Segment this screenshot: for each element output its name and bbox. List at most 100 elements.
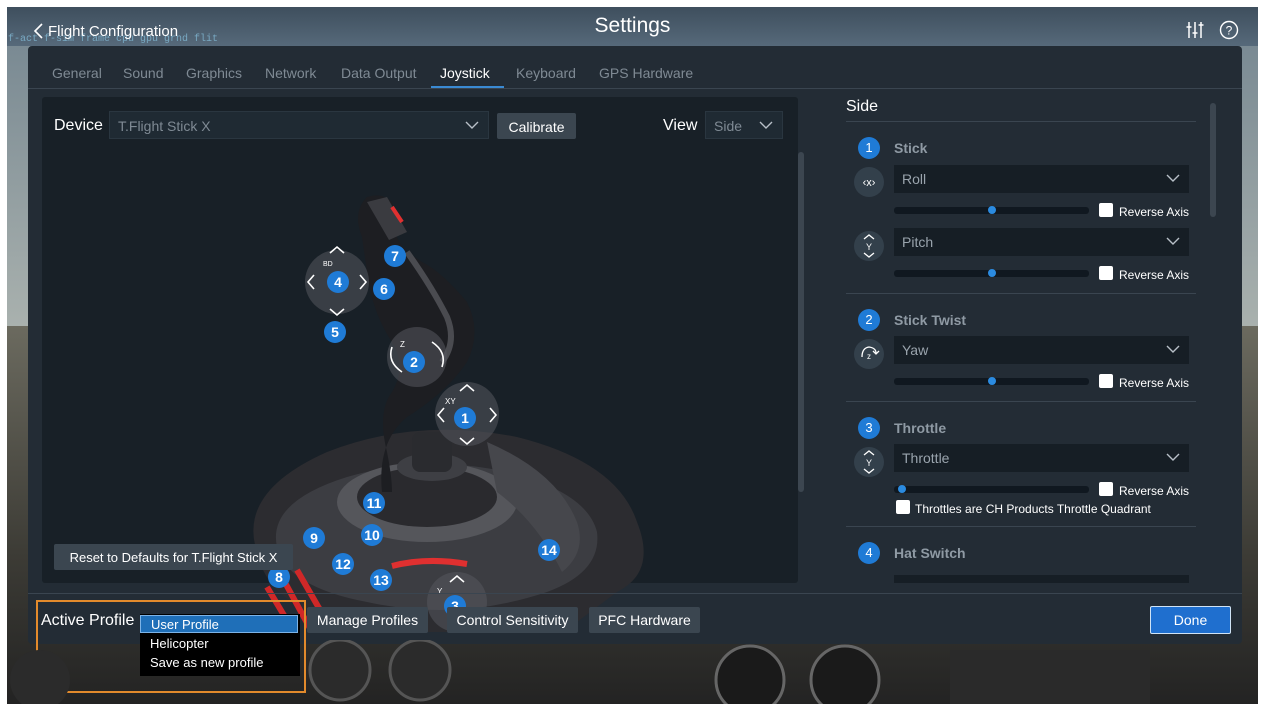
calibrate-button[interactable]: Calibrate <box>497 113 576 139</box>
cockpit-gauges <box>10 640 1150 711</box>
axis-label-bd: BD <box>323 261 333 268</box>
manage-profiles-button[interactable]: Manage Profiles <box>307 607 428 633</box>
z-twist-icon: z <box>854 339 884 369</box>
section-badge: 1 <box>858 137 880 159</box>
pfc-hardware-button[interactable]: PFC Hardware <box>589 607 700 633</box>
badge-12: 12 <box>332 553 354 575</box>
tab-data-output[interactable]: Data Output <box>341 65 417 81</box>
device-select-value: T.Flight Stick X <box>118 118 211 134</box>
tab-network[interactable]: Network <box>265 65 316 81</box>
svg-text:‹x›: ‹x› <box>863 177 876 189</box>
svg-text:Y: Y <box>866 242 872 252</box>
done-button[interactable]: Done <box>1150 606 1231 634</box>
axis-label-y: Y <box>437 587 443 596</box>
svg-text:7: 7 <box>391 248 399 264</box>
svg-text:5: 5 <box>331 324 339 340</box>
svg-text:6: 6 <box>380 281 388 297</box>
svg-text:2: 2 <box>410 354 418 370</box>
chevron-down-icon <box>1166 237 1180 245</box>
ch-products-checkbox[interactable] <box>896 500 910 514</box>
svg-text:8: 8 <box>275 569 283 585</box>
svg-text:4: 4 <box>334 274 342 290</box>
badge-5: 5 <box>324 321 346 343</box>
tab-joystick[interactable]: Joystick <box>440 65 490 81</box>
reverse-axis-label: Reverse Axis <box>1119 484 1190 498</box>
svg-text:9: 9 <box>310 530 318 546</box>
divider <box>846 401 1196 402</box>
reverse-axis-checkbox[interactable] <box>1099 203 1113 217</box>
svg-text:11: 11 <box>367 495 382 511</box>
axis-label-z: Z <box>400 340 405 349</box>
sliders-icon[interactable] <box>1185 20 1205 40</box>
help-icon[interactable]: ? <box>1219 20 1239 40</box>
y-axis-icon: Y <box>854 447 884 477</box>
chevron-down-icon <box>1166 345 1180 353</box>
reset-defaults-button[interactable]: Reset to Defaults for T.Flight Stick X <box>54 544 293 570</box>
reverse-axis-checkbox[interactable] <box>1099 266 1113 280</box>
hat-switch-select[interactable] <box>894 575 1189 583</box>
section-title-throttle: Throttle <box>894 420 947 436</box>
svg-text:13: 13 <box>373 572 389 588</box>
throttle-axis-value: Throttle <box>902 450 950 466</box>
reverse-axis-checkbox[interactable] <box>1099 374 1113 388</box>
pitch-axis-value: Pitch <box>902 234 934 250</box>
reverse-axis-checkbox[interactable] <box>1099 482 1113 496</box>
chevron-down-icon <box>1166 174 1180 182</box>
throttle-slider[interactable] <box>894 485 1089 493</box>
section-badge: 3 <box>858 417 880 439</box>
roll-axis-value: Roll <box>902 171 927 187</box>
slider-handle[interactable] <box>987 377 996 385</box>
yaw-axis-value: Yaw <box>902 342 929 358</box>
profile-option-user-profile[interactable]: User Profile <box>140 615 298 633</box>
tab-general[interactable]: General <box>52 65 102 81</box>
badge-9: 9 <box>303 527 325 549</box>
tab-keyboard[interactable]: Keyboard <box>516 65 576 81</box>
right-pane-scrollbar[interactable] <box>1210 103 1216 217</box>
throttle-axis-select[interactable]: Throttle <box>894 444 1189 472</box>
section-badge: 4 <box>858 542 880 564</box>
y-axis-icon: Y <box>854 231 884 261</box>
yaw-slider[interactable] <box>894 377 1089 385</box>
view-select[interactable]: Side <box>705 111 783 139</box>
slider-handle[interactable] <box>987 269 996 277</box>
slider-handle[interactable] <box>897 485 906 493</box>
divider <box>28 593 1242 594</box>
badge-4: 4 <box>327 271 349 293</box>
active-profile-label: Active Profile <box>41 612 135 629</box>
divider <box>846 121 1196 122</box>
svg-text:?: ? <box>1226 24 1233 38</box>
settings-header: Flight Configuration Settings ? <box>8 10 1257 46</box>
svg-text:1: 1 <box>461 410 469 426</box>
svg-text:12: 12 <box>335 556 351 572</box>
reverse-axis-label: Reverse Axis <box>1119 376 1190 390</box>
slider-handle[interactable] <box>987 206 996 214</box>
chevron-down-icon <box>465 121 479 129</box>
tab-sound[interactable]: Sound <box>123 65 163 81</box>
device-select[interactable]: T.Flight Stick X <box>109 111 489 139</box>
section-title-hat-switch: Hat Switch <box>894 545 966 561</box>
divider <box>846 526 1196 527</box>
chevron-down-icon <box>1166 453 1180 461</box>
svg-text:14: 14 <box>541 542 557 558</box>
pitch-slider[interactable] <box>894 269 1089 277</box>
pitch-axis-select[interactable]: Pitch <box>894 228 1189 256</box>
divider <box>846 293 1196 294</box>
active-tab-indicator <box>431 86 504 88</box>
settings-tabs: General Sound Graphics Network Data Outp… <box>28 46 1242 89</box>
svg-text:10: 10 <box>364 527 380 543</box>
reverse-axis-label: Reverse Axis <box>1119 268 1190 282</box>
svg-text:Y: Y <box>866 458 872 468</box>
roll-axis-select[interactable]: Roll <box>894 165 1189 193</box>
joystick-view-pane: Device T.Flight Stick X Calibrate View S… <box>42 97 804 632</box>
control-sensitivity-button[interactable]: Control Sensitivity <box>447 607 578 633</box>
view-select-value: Side <box>714 118 743 134</box>
yaw-axis-select[interactable]: Yaw <box>894 336 1189 364</box>
roll-slider[interactable] <box>894 206 1089 214</box>
left-pane-scrollbar[interactable] <box>798 152 804 492</box>
tab-gps-hardware[interactable]: GPS Hardware <box>599 65 693 81</box>
svg-text:z: z <box>867 352 871 361</box>
tab-graphics[interactable]: Graphics <box>186 65 242 81</box>
badge-13: 13 <box>370 569 392 591</box>
badge-7: 7 <box>384 245 406 267</box>
reverse-axis-label: Reverse Axis <box>1119 205 1190 219</box>
